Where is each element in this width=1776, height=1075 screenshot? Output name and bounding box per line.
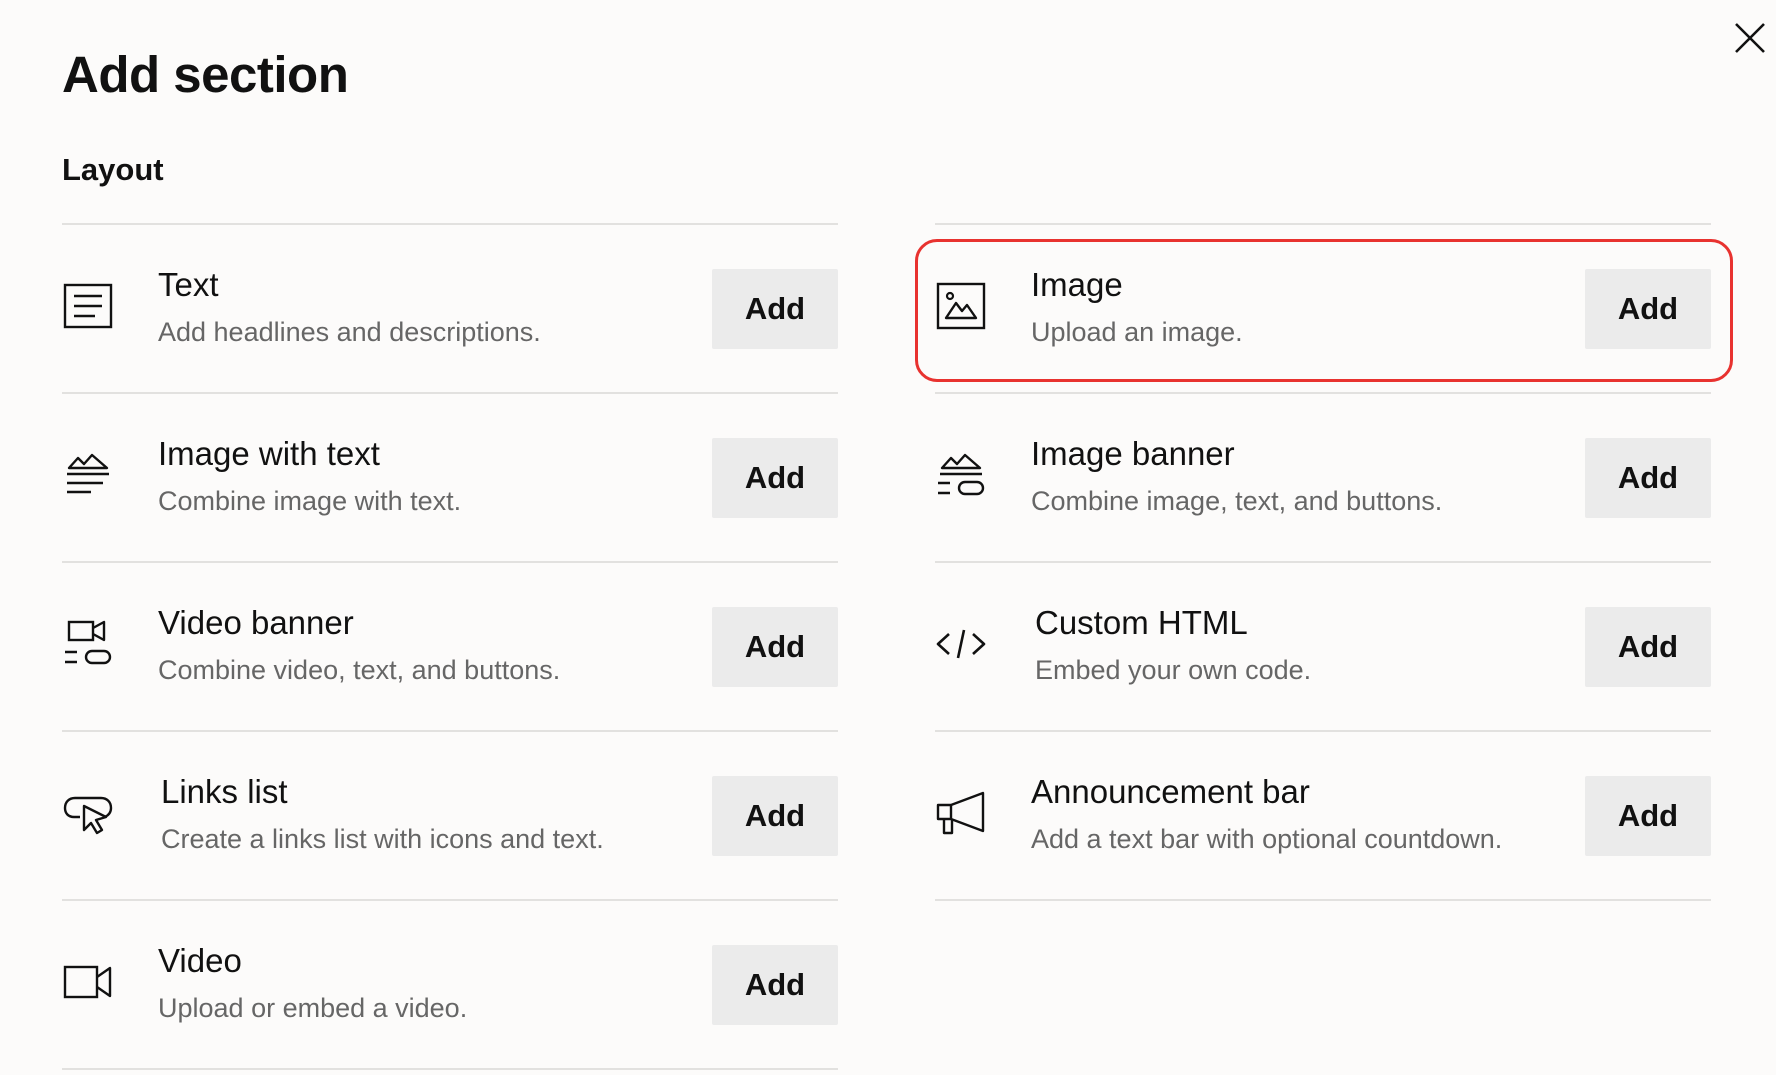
section-group-title: Layout — [62, 152, 164, 187]
section-row-image-with-text: Image with text Combine image with text.… — [62, 392, 838, 561]
section-title: Links list — [161, 773, 288, 810]
sections-column-right: Image Upload an image. Add Image banner … — [915, 223, 1733, 901]
section-description: Combine video, text, and buttons. — [158, 655, 561, 685]
section-row-video: Video Upload or embed a video. Add — [62, 899, 838, 1070]
section-title: Custom HTML — [1035, 604, 1248, 641]
add-announcement-bar-button[interactable]: Add — [1585, 776, 1711, 856]
add-custom-html-button[interactable]: Add — [1585, 607, 1711, 687]
section-row-links-list: Links list Create a links list with icon… — [62, 730, 838, 899]
image-icon — [935, 279, 987, 333]
video-camera-icon — [62, 955, 114, 1009]
add-video-button[interactable]: Add — [712, 945, 838, 1025]
page-title: Add section — [62, 46, 349, 103]
section-title: Image banner — [1031, 435, 1235, 472]
section-row-announcement-bar: Announcement bar Add a text bar with opt… — [935, 730, 1711, 901]
section-row-image: Image Upload an image. Add — [915, 223, 1733, 392]
section-title: Image with text — [158, 435, 380, 472]
close-icon — [1735, 23, 1765, 53]
add-text-button[interactable]: Add — [712, 269, 838, 349]
code-icon — [935, 617, 987, 671]
add-links-list-button[interactable]: Add — [712, 776, 838, 856]
section-description: Create a links list with icons and text. — [161, 824, 604, 854]
add-image-banner-button[interactable]: Add — [1585, 438, 1711, 518]
add-image-button[interactable]: Add — [1585, 269, 1711, 349]
section-title: Video banner — [158, 604, 354, 641]
add-video-banner-button[interactable]: Add — [712, 607, 838, 687]
image-with-text-icon — [62, 448, 114, 502]
sections-column-left: Text Add headlines and descriptions. Add… — [62, 223, 838, 1070]
section-description: Add headlines and descriptions. — [158, 317, 541, 347]
video-banner-icon — [62, 617, 114, 671]
section-description: Upload or embed a video. — [158, 993, 468, 1023]
megaphone-icon — [935, 786, 987, 840]
links-list-icon — [62, 786, 114, 840]
section-description: Add a text bar with optional countdown. — [1031, 824, 1503, 854]
section-title: Announcement bar — [1031, 773, 1310, 810]
section-row-custom-html: Custom HTML Embed your own code. Add — [935, 561, 1711, 730]
section-title: Text — [158, 266, 219, 303]
section-description: Embed your own code. — [1035, 655, 1312, 685]
section-description: Combine image with text. — [158, 486, 462, 516]
text-lines-icon — [62, 279, 114, 333]
close-button[interactable] — [1728, 16, 1772, 60]
section-description: Upload an image. — [1031, 317, 1243, 347]
image-banner-icon — [935, 448, 987, 502]
section-description: Combine image, text, and buttons. — [1031, 486, 1443, 516]
section-row-image-banner: Image banner Combine image, text, and bu… — [935, 392, 1711, 561]
section-title: Image — [1031, 266, 1123, 303]
section-row-text: Text Add headlines and descriptions. Add — [62, 223, 838, 392]
section-title: Video — [158, 942, 242, 979]
section-row-video-banner: Video banner Combine video, text, and bu… — [62, 561, 838, 730]
add-image-with-text-button[interactable]: Add — [712, 438, 838, 518]
